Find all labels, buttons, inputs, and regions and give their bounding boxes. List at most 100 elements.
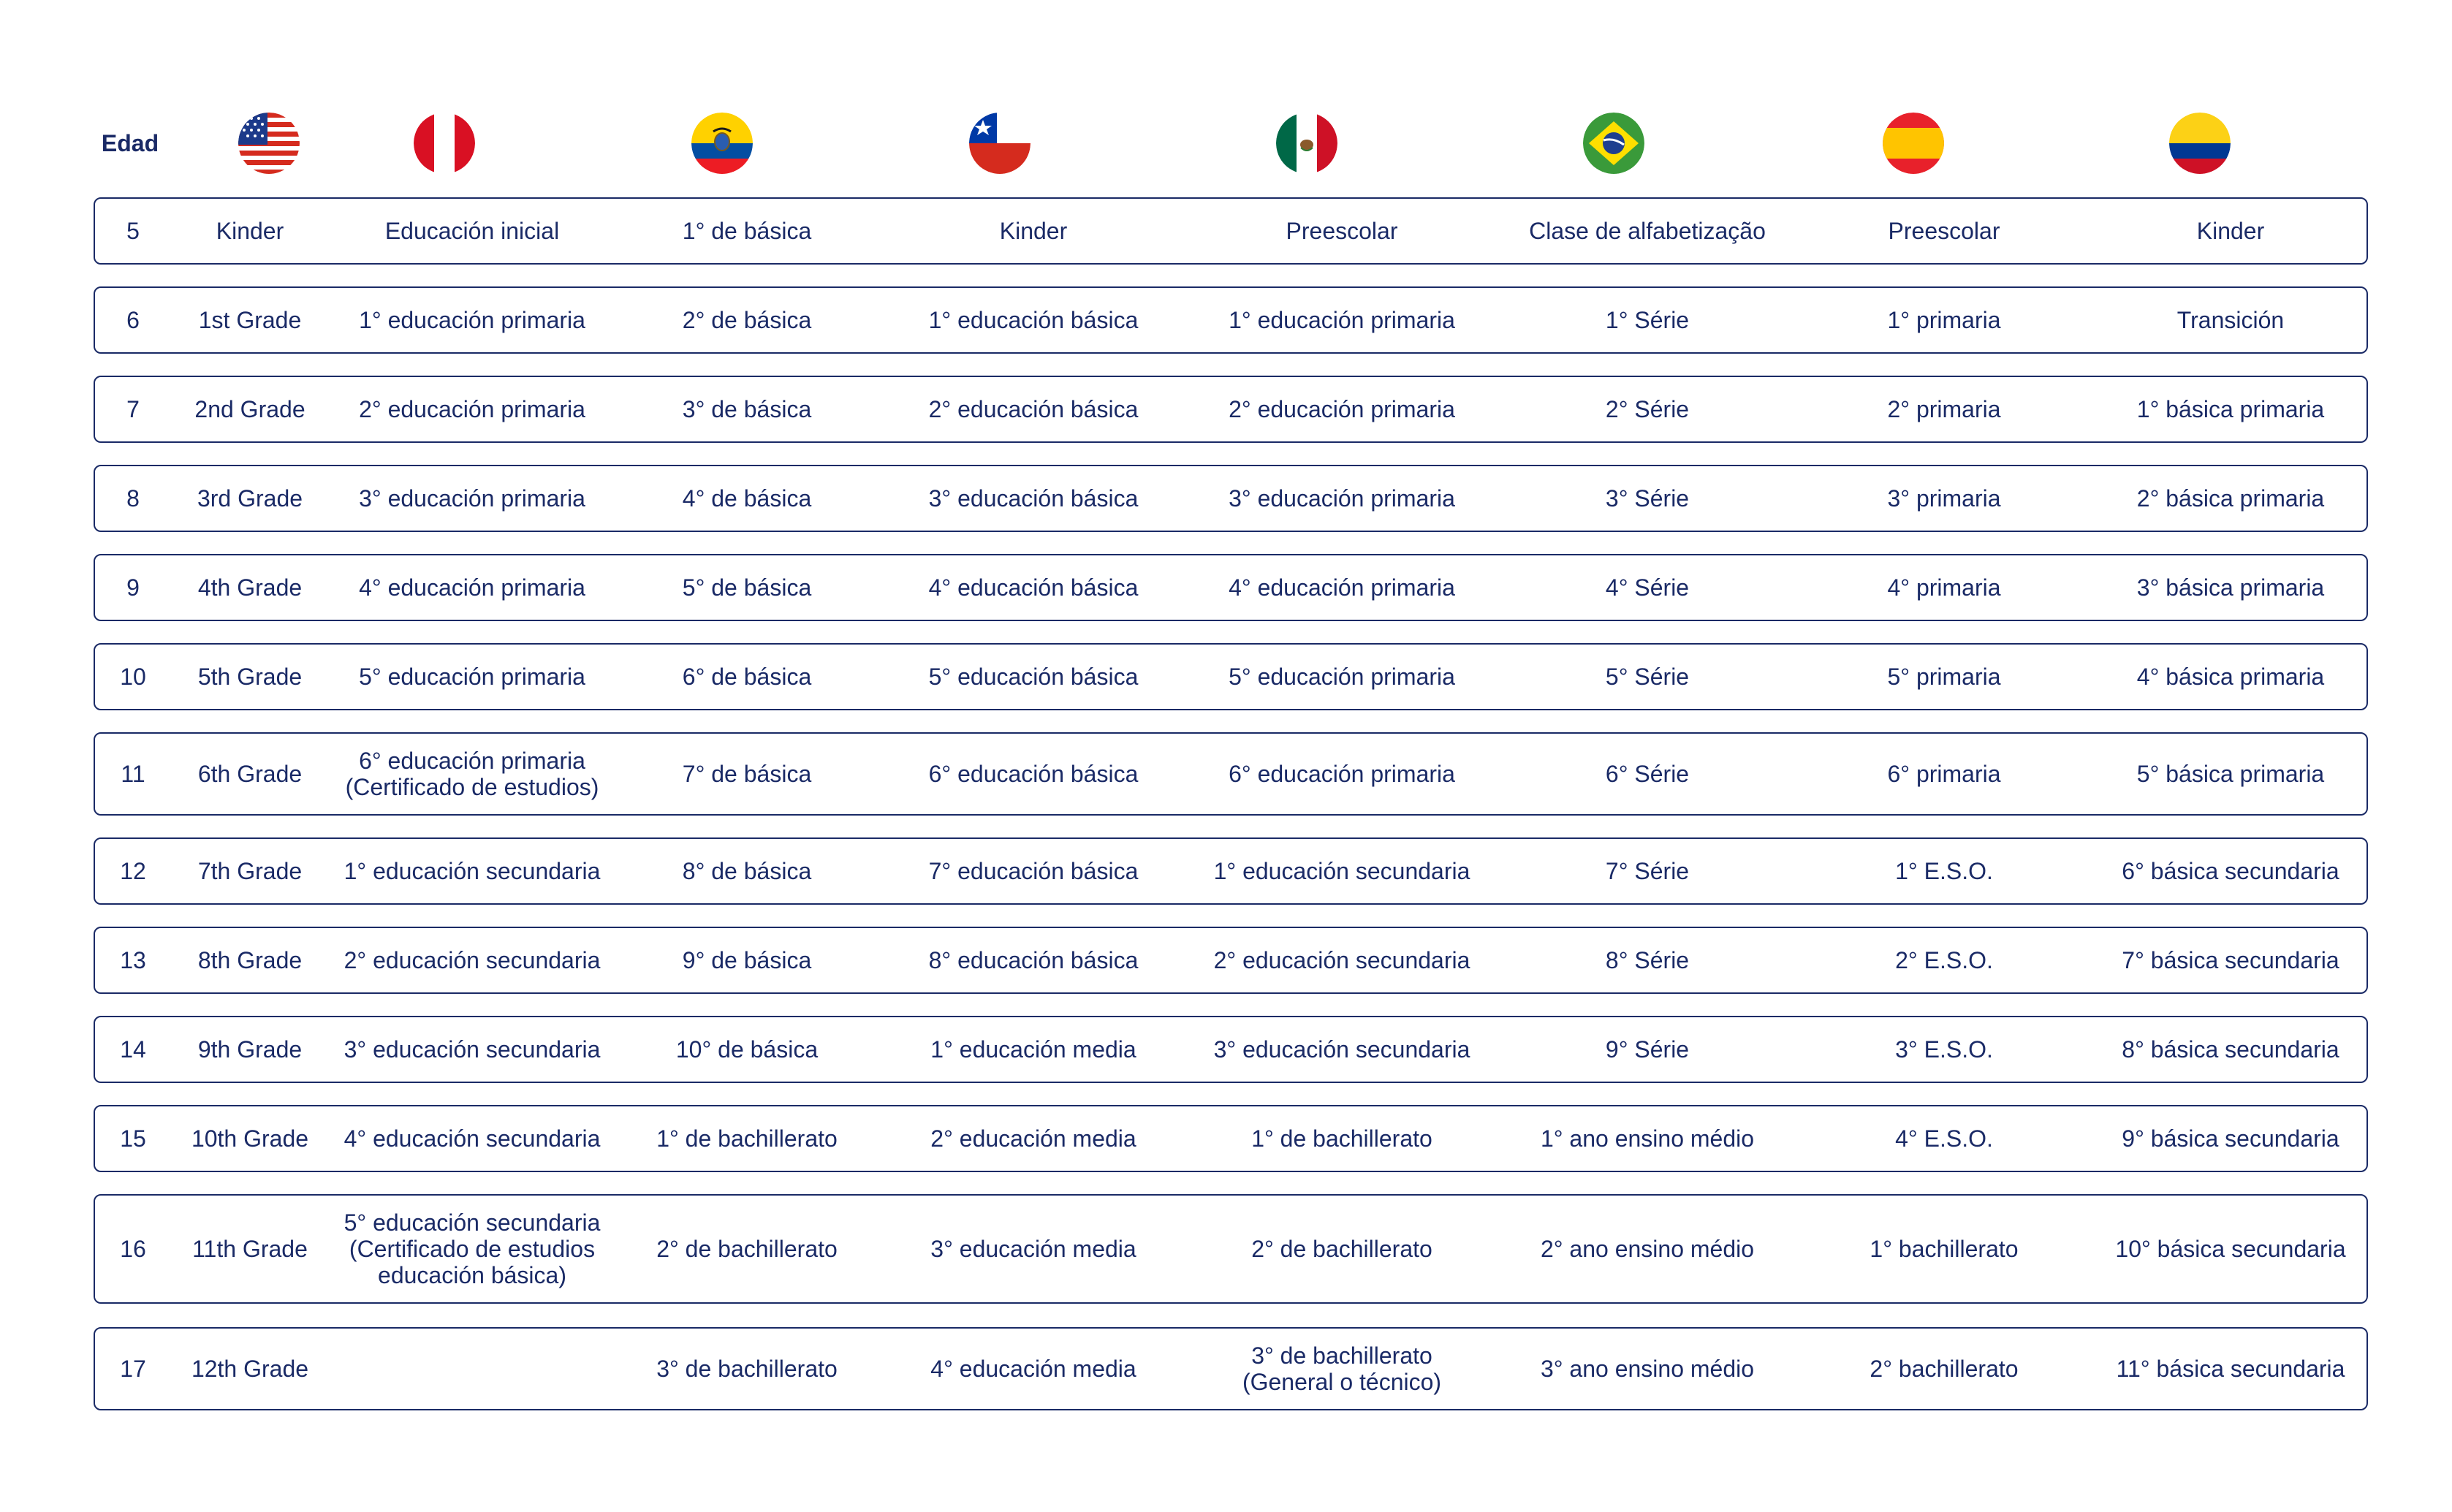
colombia-grade-cell: 7° básica secundaria: [2122, 947, 2339, 973]
age-cell: 6: [126, 307, 140, 333]
brazil-grade-cell: 7° Série: [1605, 858, 1690, 884]
table-row: 8 3rd Grade 3° educación primaria 4° de bás…: [94, 465, 2368, 532]
us-grade-cell: Kinder: [216, 218, 284, 244]
table-row: 7 2nd Grade 2° educación primaria 3° de bás…: [94, 376, 2368, 443]
us-grade-cell: 7th Grade: [197, 858, 303, 884]
usa-flag-icon: [238, 113, 300, 174]
brazil-grade-cell: 1° Série: [1605, 307, 1690, 333]
table-row: 17 12th Grade 3° de bachillerato 4° educaci…: [94, 1327, 2368, 1410]
colombia-grade-cell: Transición: [2176, 307, 2285, 333]
colombia-grade-cell: 10° básica secundaria: [2115, 1236, 2346, 1262]
chile-grade-cell: 7° educación básica: [928, 858, 1139, 884]
ecuador-grade-cell: 2° de básica: [682, 307, 812, 333]
mexico-flag-icon: [1276, 113, 1337, 174]
colombia-grade-cell: 1° básica primaria: [2136, 396, 2325, 422]
ecuador-grade-cell: 5° de básica: [682, 574, 812, 601]
mexico-grade-cell: 3° educación secundaria: [1213, 1036, 1470, 1063]
brazil-grade-cell: Clase de alfabetização: [1529, 218, 1766, 244]
table-row: 10 5th Grade 5° educación primaria 6° de bá…: [94, 643, 2368, 710]
peru-grade-cell: 5° educación secundaria (Certificado de …: [343, 1209, 601, 1288]
peru-grade-cell: 4° educación secundaria: [343, 1125, 601, 1152]
ecuador-grade-cell: 10° de básica: [675, 1036, 819, 1063]
spain-grade-cell: 1° bachillerato: [1870, 1236, 2019, 1262]
us-grade-cell: 11th Grade: [192, 1236, 308, 1262]
peru-grade-cell: 5° educación primaria: [359, 664, 585, 690]
chile-grade-cell: Kinder: [999, 218, 1068, 244]
peru-grade-cell: 4° educación primaria: [359, 574, 585, 601]
spain-grade-cell: 2° E.S.O.: [1895, 947, 1993, 973]
mexico-flag-cell: [1190, 102, 1424, 184]
age-cell: 9: [126, 574, 140, 601]
peru-grade-cell: 2° educación secundaria: [343, 947, 601, 973]
peru-grade-cell: 3° educación secundaria: [343, 1036, 601, 1063]
us-grade-cell: 1st Grade: [198, 307, 302, 333]
mexico-grade-cell: 2° educación primaria: [1229, 396, 1455, 422]
spain-grade-cell: 2° primaria: [1887, 396, 2001, 422]
age-cell: 7: [126, 396, 140, 422]
chile-grade-cell: 1° educación media: [930, 1036, 1136, 1063]
chile-grade-cell: 4° educación básica: [928, 574, 1139, 601]
brazil-grade-cell: 6° Série: [1605, 761, 1690, 787]
colombia-grade-cell: 5° básica primaria: [2136, 761, 2325, 787]
brazil-grade-cell: 8° Série: [1605, 947, 1690, 973]
table-row: 13 8th Grade 2° educación secundaria 9° de …: [94, 927, 2368, 994]
table-row: 5 Kinder Educación inicial 1° de básica Kind…: [94, 197, 2368, 265]
mexico-grade-cell: 1° educación secundaria: [1213, 858, 1470, 884]
age-column-header: Edad: [101, 129, 159, 156]
peru-grade-cell: 1° educación primaria: [359, 307, 585, 333]
chile-grade-cell: 2° educación media: [930, 1125, 1136, 1152]
ecuador-grade-cell: 6° de básica: [682, 664, 812, 690]
chile-grade-cell: 5° educación básica: [928, 664, 1139, 690]
mexico-grade-cell: 3° de bachillerato (General o técnico): [1242, 1342, 1442, 1395]
colombia-grade-cell: 2° básica primaria: [2136, 485, 2325, 512]
colombia-grade-cell: 6° básica secundaria: [2122, 858, 2339, 884]
us-grade-cell: 2nd Grade: [194, 396, 305, 422]
peru-grade-cell: Educación inicial: [384, 218, 560, 244]
mexico-grade-cell: Preescolar: [1286, 218, 1398, 244]
mexico-grade-cell: 6° educación primaria: [1229, 761, 1455, 787]
spain-grade-cell: 5° primaria: [1887, 664, 2001, 690]
age-cell: 16: [120, 1236, 146, 1262]
ecuador-grade-cell: 1° de bachillerato: [656, 1125, 838, 1152]
spain-grade-cell: 1° E.S.O.: [1895, 858, 1993, 884]
us-grade-cell: 9th Grade: [197, 1036, 303, 1063]
ecuador-flag-cell: [605, 102, 839, 184]
mexico-grade-cell: 2° de bachillerato: [1251, 1236, 1432, 1262]
ecuador-grade-cell: 1° de básica: [682, 218, 812, 244]
age-cell: 15: [120, 1125, 146, 1152]
spain-grade-cell: 4° primaria: [1887, 574, 2001, 601]
brazil-flag-cell: [1497, 102, 1731, 184]
colombia-grade-cell: 9° básica secundaria: [2122, 1125, 2339, 1152]
chile-grade-cell: 6° educación básica: [928, 761, 1139, 787]
chile-grade-cell: 1° educación básica: [928, 307, 1139, 333]
age-cell: 8: [126, 485, 140, 512]
peru-flag-cell: [327, 102, 561, 184]
spain-grade-cell: 2° bachillerato: [1870, 1356, 2019, 1382]
mexico-grade-cell: 4° educación primaria: [1229, 574, 1455, 601]
peru-grade-cell: 1° educación secundaria: [343, 858, 601, 884]
age-cell: 13: [120, 947, 146, 973]
table-row: 15 10th Grade 4° educación secundaria 1° de…: [94, 1105, 2368, 1172]
spain-grade-cell: 3° E.S.O.: [1895, 1036, 1993, 1063]
ecuador-grade-cell: 2° de bachillerato: [656, 1236, 838, 1262]
age-cell: 14: [120, 1036, 146, 1063]
mexico-grade-cell: 2° educación secundaria: [1213, 947, 1470, 973]
brazil-grade-cell: 3° ano ensino médio: [1540, 1356, 1755, 1382]
table-row: 6 1st Grade 1° educación primaria 2° de bás…: [94, 286, 2368, 354]
brazil-grade-cell: 2° Série: [1605, 396, 1690, 422]
spain-grade-cell: 3° primaria: [1887, 485, 2001, 512]
colombia-grade-cell: 11° básica secundaria: [2116, 1356, 2345, 1382]
brazil-flag-icon: [1583, 113, 1644, 174]
age-cell: 11: [121, 761, 145, 787]
peru-grade-cell: [319, 1329, 626, 1409]
mexico-grade-cell: 1° de bachillerato: [1251, 1125, 1432, 1152]
ecuador-flag-icon: [691, 113, 753, 174]
mexico-grade-cell: 1° educación primaria: [1229, 307, 1455, 333]
brazil-grade-cell: 9° Série: [1605, 1036, 1690, 1063]
table-row: 16 11th Grade 5° educación secundaria (Cer…: [94, 1194, 2368, 1304]
ecuador-grade-cell: 3° de bachillerato: [656, 1356, 838, 1382]
brazil-grade-cell: 4° Série: [1605, 574, 1690, 601]
spain-grade-cell: Preescolar: [1888, 218, 2000, 244]
peru-grade-cell: 3° educación primaria: [359, 485, 585, 512]
us-grade-cell: 10th Grade: [191, 1125, 309, 1152]
